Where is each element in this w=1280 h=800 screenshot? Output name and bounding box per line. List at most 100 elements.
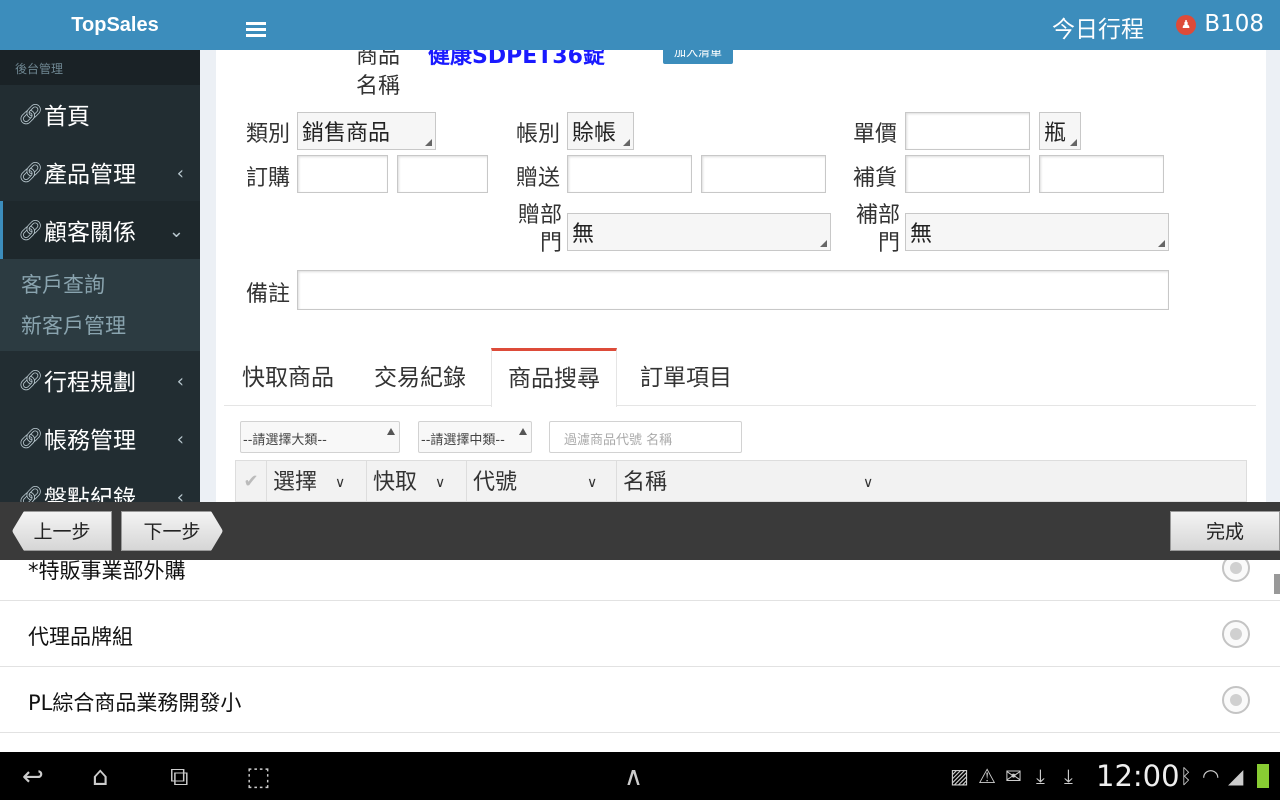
- next-step-button[interactable]: 下一步: [121, 511, 223, 551]
- chevron-left-icon: ‹: [176, 163, 184, 184]
- tab-order-items[interactable]: 訂單項目: [624, 348, 748, 406]
- product-name: 健康SDPET36錠: [428, 50, 605, 69]
- sidebar-item-schedule[interactable]: 🔗︎ 行程規劃 ‹: [0, 351, 200, 409]
- column-header-name[interactable]: 名稱 ∨: [616, 461, 1246, 502]
- wifi-icon: ◠: [1202, 764, 1220, 788]
- today-schedule-link[interactable]: 今日行程: [1052, 10, 1144, 44]
- chevron-left-icon: ‹: [176, 487, 184, 502]
- link-icon: 🔗︎: [18, 484, 44, 502]
- order-qty-input[interactable]: [297, 155, 388, 193]
- gift-qty-input[interactable]: [567, 155, 692, 193]
- product-label-top: 商品: [356, 50, 401, 69]
- unit-select[interactable]: 瓶: [1039, 112, 1081, 150]
- user-avatar-icon[interactable]: ♟: [1176, 15, 1196, 35]
- link-icon: 🔗︎: [18, 102, 44, 126]
- gift-dept-label-line1: 贈部: [517, 203, 562, 228]
- note-input[interactable]: [297, 270, 1169, 310]
- submenu-item-customer-query[interactable]: 客戶查詢: [0, 265, 200, 306]
- order-form-panel: 商品 名稱 健康SDPET36錠 加入清單 類別 銷售商品 帳別 賒帳 單價 瓶…: [216, 50, 1266, 502]
- screenshot-icon[interactable]: ⬚: [246, 762, 271, 792]
- sidebar-item-label: 行程規劃: [44, 370, 136, 396]
- app-brand[interactable]: TopSales: [0, 0, 230, 50]
- warning-icon: ⚠: [978, 764, 996, 788]
- tab-quick-products[interactable]: 快取商品: [226, 348, 350, 406]
- battery-icon: [1257, 764, 1269, 788]
- top-navbar: 今日行程 ♟ B108: [230, 0, 1280, 50]
- tab-bar: 快取商品 交易紀錄 商品搜尋 訂單項目: [224, 348, 1256, 407]
- chevron-down-icon: ⌄: [168, 221, 184, 242]
- restock-dept-select[interactable]: 無: [905, 213, 1169, 251]
- picker-toolbar: 上一步 下一步 完成: [0, 502, 1280, 560]
- gift-dept-label: 贈部 門: [512, 202, 562, 258]
- chevron-down-icon: ∨: [335, 475, 346, 491]
- major-category-select[interactable]: --請選擇大類--: [240, 421, 400, 453]
- column-header-cache[interactable]: 快取 ∨: [366, 461, 466, 502]
- list-item[interactable]: 代理品牌組: [0, 601, 1280, 667]
- unit-price-label: 單價: [853, 122, 898, 147]
- user-code[interactable]: B108: [1204, 11, 1264, 37]
- list-item[interactable]: *特販事業部外購: [0, 560, 1280, 601]
- gift-dept-select[interactable]: 無: [567, 213, 831, 251]
- category-select[interactable]: 銷售商品: [297, 112, 436, 150]
- chevron-up-icon[interactable]: ∧: [624, 762, 643, 792]
- restock-dept-label: 補部 門: [850, 202, 900, 258]
- note-label: 備註: [246, 282, 291, 307]
- unit-price-input[interactable]: [905, 112, 1030, 150]
- sidebar-item-inventory[interactable]: 🔗︎ 盤點紀錄 ‹: [0, 467, 200, 502]
- category-label: 類別: [246, 122, 291, 147]
- column-header-code[interactable]: 代號 ∨: [466, 461, 616, 502]
- column-header-select[interactable]: 選擇 ∨: [266, 461, 366, 502]
- sidebar-item-accounts[interactable]: 🔗︎ 帳務管理 ‹: [0, 409, 200, 467]
- gift-label: 贈送: [516, 166, 561, 191]
- mail-icon: ✉: [1005, 764, 1022, 788]
- gift-qty-input-2[interactable]: [701, 155, 826, 193]
- image-icon: ▨: [950, 764, 969, 788]
- customers-submenu: 客戶查詢 新客戶管理: [0, 259, 200, 351]
- sidebar-item-label: 顧客關係: [44, 220, 136, 246]
- menu-toggle-icon[interactable]: [246, 22, 266, 38]
- sidebar-item-customers[interactable]: 🔗︎ 顧客關係 ⌄: [0, 201, 200, 259]
- radio-button[interactable]: [1222, 560, 1250, 582]
- order-label: 訂購: [246, 166, 291, 191]
- sidebar-item-home[interactable]: 🔗︎ 首頁: [0, 85, 200, 143]
- signal-icon: ◢: [1228, 764, 1244, 788]
- option-label: *特販事業部外購: [28, 560, 186, 583]
- done-button[interactable]: 完成: [1170, 511, 1280, 551]
- recent-apps-icon[interactable]: ⧉: [170, 762, 189, 793]
- product-filter-input[interactable]: 過濾商品代號 名稱: [549, 421, 742, 453]
- account-select[interactable]: 賒帳: [567, 112, 634, 150]
- sidebar: 後台管理 🔗︎ 首頁 🔗︎ 產品管理 ‹ 🔗︎ 顧客關係 ⌄ 客戶查詢 新客戶管…: [0, 50, 200, 502]
- restock-dept-label-line1: 補部: [855, 203, 900, 228]
- restock-label: 補貨: [853, 166, 898, 191]
- restock-qty-input-2[interactable]: [1039, 155, 1164, 193]
- tab-transactions[interactable]: 交易紀錄: [358, 348, 482, 406]
- link-icon: 🔗︎: [18, 160, 44, 184]
- tab-product-search[interactable]: 商品搜尋: [491, 348, 617, 407]
- radio-button[interactable]: [1222, 686, 1250, 714]
- link-icon: 🔗︎: [18, 368, 44, 392]
- scrollbar-thumb[interactable]: [1274, 574, 1280, 594]
- radio-button[interactable]: [1222, 620, 1250, 648]
- chevron-down-icon: ∨: [587, 475, 598, 491]
- restock-qty-input[interactable]: [905, 155, 1030, 193]
- prev-step-button[interactable]: 上一步: [12, 511, 112, 551]
- column-header-label: 快取: [373, 470, 418, 495]
- checkmark-icon[interactable]: ✔: [236, 461, 266, 502]
- sidebar-item-products[interactable]: 🔗︎ 產品管理 ‹: [0, 143, 200, 201]
- account-label: 帳別: [516, 122, 561, 147]
- order-qty-input-2[interactable]: [397, 155, 488, 193]
- main-content: 商品 名稱 健康SDPET36錠 加入清單 類別 銷售商品 帳別 賒帳 單價 瓶…: [200, 50, 1280, 502]
- option-label: PL綜合商品業務開發小: [28, 691, 242, 715]
- home-icon[interactable]: ⌂: [92, 762, 109, 792]
- link-icon: 🔗︎: [18, 218, 44, 242]
- system-bar: ↩ ⌂ ⧉ ⬚ ∧ ▨ ⚠ ✉ ⤓ ⤓ 12:00 ᛒ ◠ ◢: [0, 752, 1280, 800]
- option-label: 代理品牌組: [28, 625, 133, 649]
- mid-category-select[interactable]: --請選擇中類--: [418, 421, 532, 453]
- chevron-left-icon: ‹: [176, 429, 184, 450]
- back-icon[interactable]: ↩: [22, 762, 44, 792]
- add-to-list-button[interactable]: 加入清單: [663, 50, 733, 64]
- product-label-bottom: 名稱: [356, 74, 401, 99]
- sidebar-item-label: 盤點紀錄: [44, 486, 136, 502]
- list-item[interactable]: PL綜合商品業務開發小: [0, 667, 1280, 733]
- submenu-item-new-customer[interactable]: 新客戶管理: [0, 306, 200, 347]
